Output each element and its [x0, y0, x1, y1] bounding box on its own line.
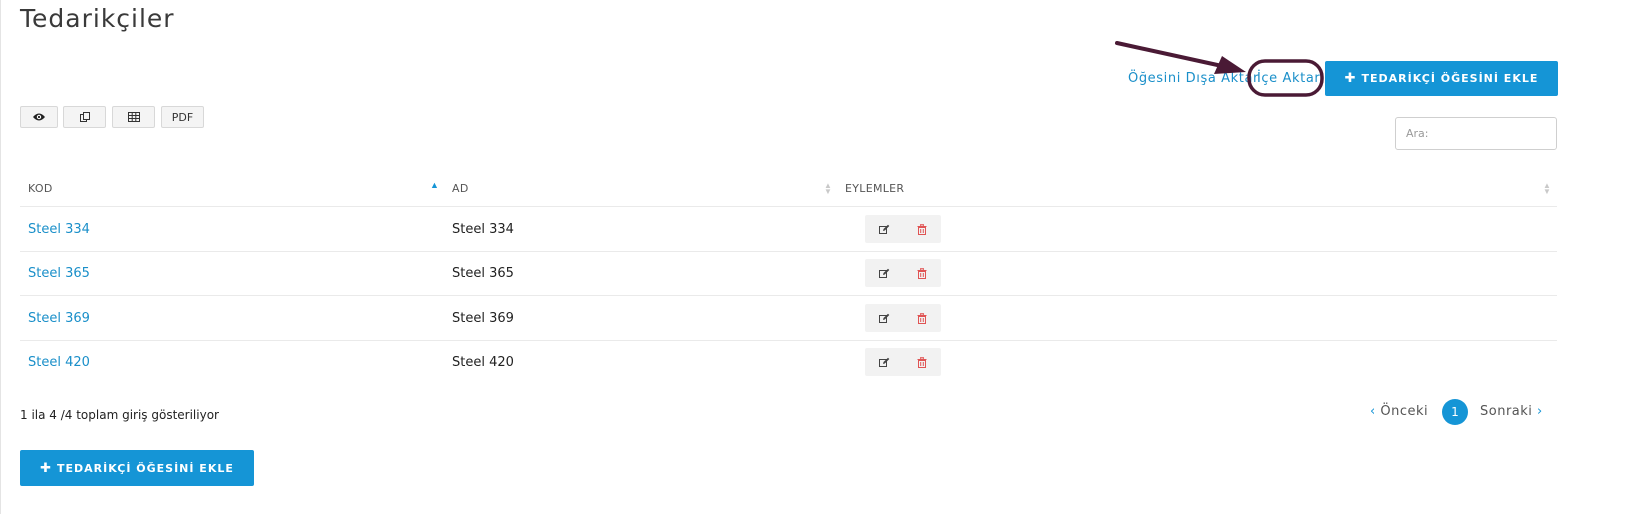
- table-icon: [127, 112, 140, 122]
- chevron-right-icon: ›: [1537, 404, 1543, 419]
- column-header-eylemler[interactable]: EYLEMLER: [845, 182, 904, 195]
- annotation-arrow-shaft: [1115, 41, 1224, 68]
- edit-icon: [878, 224, 889, 234]
- row-actions: [865, 348, 941, 376]
- export-link[interactable]: Öğesini Dışa Aktar: [1128, 71, 1259, 86]
- edit-button[interactable]: [865, 304, 903, 332]
- edit-icon: [878, 268, 889, 278]
- excel-button[interactable]: [112, 106, 155, 128]
- delete-button[interactable]: [903, 215, 941, 243]
- copy-button[interactable]: [63, 106, 106, 128]
- sort-both-icon[interactable]: ▲ ▼: [1543, 182, 1551, 196]
- copy-icon: [79, 112, 90, 122]
- trash-icon: [917, 267, 927, 279]
- table-row-divider: [20, 251, 1557, 252]
- row-kod-link[interactable]: Steel 365: [28, 266, 90, 281]
- row-actions: [865, 304, 941, 332]
- add-supplier-label: TEDARİKÇİ ÖĞESİNİ EKLE: [1361, 72, 1539, 85]
- trash-icon: [917, 223, 927, 235]
- page-title: Tedarikçiler: [20, 4, 175, 33]
- pagination-next[interactable]: Sonraki ›: [1480, 404, 1543, 419]
- column-header-ad[interactable]: AD: [452, 182, 469, 195]
- view-button[interactable]: [20, 106, 58, 128]
- row-actions: [865, 215, 941, 243]
- plus-icon: ✚: [40, 460, 53, 476]
- sort-both-icon[interactable]: ▲ ▼: [824, 182, 832, 196]
- pagination-prev[interactable]: ‹ Önceki: [1370, 404, 1428, 419]
- table-divider: [20, 206, 1557, 207]
- row-kod-link[interactable]: Steel 369: [28, 311, 90, 326]
- row-ad-text: Steel 420: [452, 355, 514, 370]
- row-actions: [865, 259, 941, 287]
- pagination-prev-label: Önceki: [1380, 404, 1429, 419]
- column-header-kod[interactable]: KOD: [28, 182, 53, 195]
- pagination-next-label: Sonraki: [1480, 404, 1533, 419]
- trash-icon: [917, 312, 927, 324]
- table-row-divider: [20, 295, 1557, 296]
- plus-icon: ✚: [1344, 71, 1357, 86]
- eye-icon: [33, 113, 45, 121]
- edit-button[interactable]: [865, 259, 903, 287]
- add-supplier-label: TEDARİKÇİ ÖĞESİNİ EKLE: [57, 461, 234, 475]
- edit-button[interactable]: [865, 348, 903, 376]
- row-ad-text: Steel 334: [452, 222, 514, 237]
- row-kod-link[interactable]: Steel 420: [28, 355, 90, 370]
- trash-icon: [917, 356, 927, 368]
- table-row-divider: [20, 340, 1557, 341]
- search-input[interactable]: [1395, 117, 1557, 150]
- add-supplier-button-bottom[interactable]: ✚ TEDARİKÇİ ÖĞESİNİ EKLE: [20, 450, 254, 486]
- row-kod-link[interactable]: Steel 334: [28, 222, 90, 237]
- row-ad-text: Steel 369: [452, 311, 514, 326]
- chevron-left-icon: ‹: [1370, 404, 1376, 419]
- table-info-text: 1 ila 4 /4 toplam giriş gösteriliyor: [20, 408, 219, 422]
- edit-icon: [878, 357, 889, 367]
- edit-icon: [878, 313, 889, 323]
- sort-asc-icon[interactable]: ▲: [430, 181, 439, 190]
- add-supplier-button-top[interactable]: ✚ TEDARİKÇİ ÖĞESİNİ EKLE: [1325, 61, 1558, 96]
- delete-button[interactable]: [903, 348, 941, 376]
- delete-button[interactable]: [903, 304, 941, 332]
- delete-button[interactable]: [903, 259, 941, 287]
- row-ad-text: Steel 365: [452, 266, 514, 281]
- edit-button[interactable]: [865, 215, 903, 243]
- import-link[interactable]: İçe Aktar: [1257, 71, 1320, 86]
- pagination-page-current[interactable]: 1: [1442, 399, 1468, 425]
- pdf-button[interactable]: PDF: [161, 106, 204, 128]
- page-left-border: [0, 0, 1, 514]
